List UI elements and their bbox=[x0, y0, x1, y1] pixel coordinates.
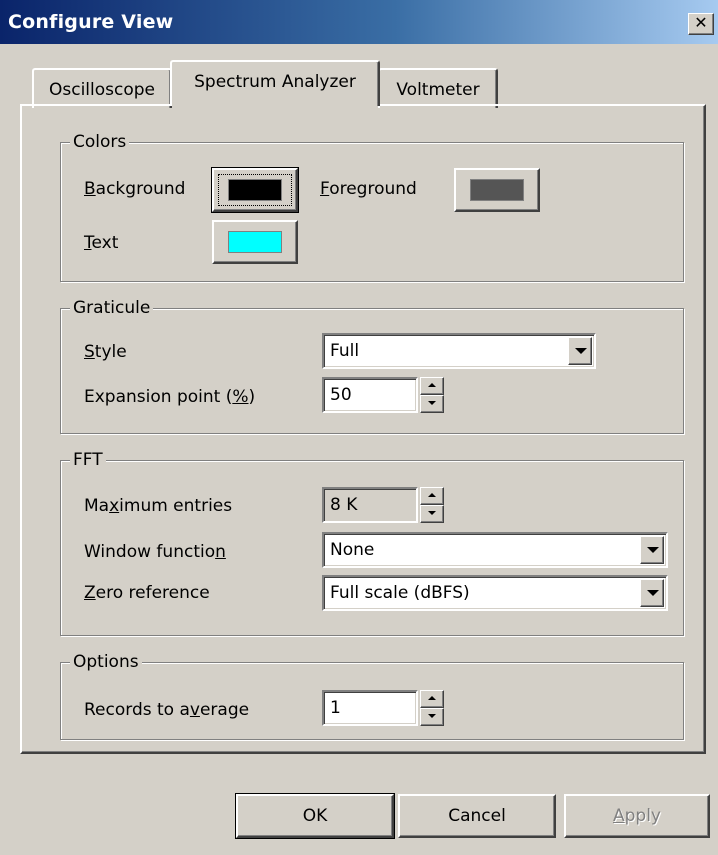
text-swatch bbox=[228, 231, 282, 253]
chevron-down-icon[interactable] bbox=[568, 337, 592, 365]
window-title: Configure View bbox=[8, 11, 174, 33]
background-color-button[interactable] bbox=[211, 167, 299, 213]
background-label: Background bbox=[84, 179, 186, 199]
maximum-entries-label: Maximum entries bbox=[84, 496, 233, 516]
expansion-point-input[interactable]: 50 bbox=[322, 377, 418, 413]
records-to-average-value: 1 bbox=[330, 698, 341, 718]
records-to-average-input[interactable]: 1 bbox=[322, 690, 418, 726]
maximum-entries-spinner[interactable] bbox=[420, 487, 444, 523]
tab-voltmeter[interactable]: Voltmeter bbox=[378, 68, 498, 108]
foreground-color-button[interactable] bbox=[454, 168, 540, 212]
spin-up-icon[interactable] bbox=[420, 690, 444, 708]
close-button[interactable]: ✕ bbox=[688, 13, 714, 35]
foreground-swatch bbox=[470, 179, 524, 201]
zero-reference-label: Zero reference bbox=[84, 583, 210, 603]
expansion-point-label: Expansion point (%) bbox=[84, 387, 256, 407]
maximum-entries-input[interactable]: 8 K bbox=[322, 487, 418, 523]
ok-button[interactable]: OK bbox=[235, 793, 395, 839]
maximum-entries-value: 8 K bbox=[330, 495, 358, 515]
spin-up-icon[interactable] bbox=[420, 487, 444, 505]
window-function-value: None bbox=[330, 540, 375, 560]
graticule-group-label: Graticule bbox=[70, 298, 154, 318]
window-function-label: Window function bbox=[84, 542, 226, 562]
tab-spectrum-analyzer[interactable]: Spectrum Analyzer bbox=[170, 60, 380, 106]
colors-group bbox=[60, 142, 684, 282]
tab-oscilloscope[interactable]: Oscilloscope bbox=[32, 68, 172, 108]
text-label: Text bbox=[84, 233, 119, 253]
expansion-point-value: 50 bbox=[330, 385, 352, 405]
chevron-down-icon[interactable] bbox=[640, 579, 664, 607]
expansion-point-spinner[interactable] bbox=[420, 377, 444, 413]
style-value: Full bbox=[330, 341, 360, 361]
spin-down-icon[interactable] bbox=[420, 708, 444, 726]
tab-oscilloscope-label: Oscilloscope bbox=[48, 80, 155, 100]
tab-voltmeter-label: Voltmeter bbox=[396, 80, 480, 100]
tab-spectrum-analyzer-label: Spectrum Analyzer bbox=[194, 72, 356, 92]
text-color-button[interactable] bbox=[212, 220, 298, 264]
focus-rect bbox=[218, 174, 292, 206]
style-dropdown[interactable]: Full bbox=[322, 333, 596, 369]
records-to-average-spinner[interactable] bbox=[420, 690, 444, 726]
foreground-label: Foreground bbox=[320, 179, 417, 199]
style-label: Style bbox=[84, 342, 127, 362]
fft-group-label: FFT bbox=[70, 450, 106, 470]
spin-down-icon[interactable] bbox=[420, 505, 444, 523]
zero-reference-dropdown[interactable]: Full scale (dBFS) bbox=[322, 575, 668, 611]
records-to-average-label: Records to average bbox=[84, 700, 250, 720]
spin-down-icon[interactable] bbox=[420, 395, 444, 413]
window-function-dropdown[interactable]: None bbox=[322, 532, 668, 568]
chevron-down-icon[interactable] bbox=[640, 536, 664, 564]
options-group-label: Options bbox=[70, 652, 142, 672]
colors-group-label: Colors bbox=[70, 132, 130, 152]
cancel-button[interactable]: Cancel bbox=[398, 794, 556, 838]
apply-button[interactable]: Apply bbox=[564, 794, 710, 838]
close-icon: ✕ bbox=[694, 13, 708, 32]
spin-up-icon[interactable] bbox=[420, 377, 444, 395]
zero-reference-value: Full scale (dBFS) bbox=[330, 583, 470, 603]
graticule-group bbox=[60, 308, 684, 434]
